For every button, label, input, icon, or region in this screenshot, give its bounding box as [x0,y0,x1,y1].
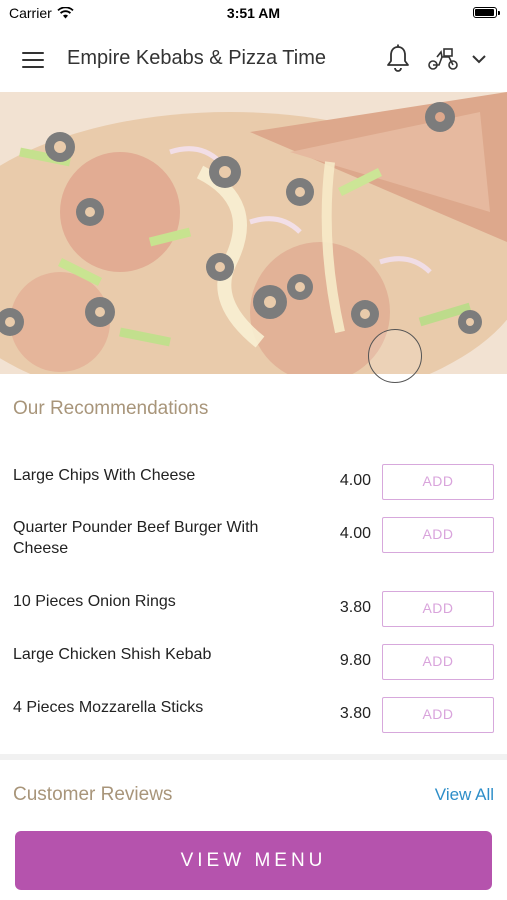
reviews-heading: Customer Reviews [13,784,173,805]
bell-icon[interactable] [385,44,411,74]
status-bar: Carrier 3:51 AM [0,0,507,26]
add-button[interactable]: ADD [382,517,494,553]
add-button[interactable]: ADD [382,591,494,627]
app-header: Empire Kebabs & Pizza Time [0,26,507,92]
view-menu-button[interactable]: VIEW MENU [15,831,492,890]
add-button[interactable]: ADD [382,464,494,500]
restaurant-title: Empire Kebabs & Pizza Time [67,47,326,69]
item-name: Large Chips With Cheese [13,467,196,484]
recommendations-heading: Our Recommendations [13,398,209,419]
chevron-down-icon[interactable] [470,50,488,68]
menu-icon[interactable] [22,51,46,68]
scooter-icon[interactable] [427,46,459,72]
add-button[interactable]: ADD [382,644,494,680]
item-name: 4 Pieces Mozzarella Sticks [13,699,204,716]
item-price: 3.80 [339,705,371,722]
carousel-indicator[interactable] [368,329,422,383]
section-divider [0,754,507,760]
item-name: Large Chicken Shish Kebab [13,646,212,663]
item-name: 10 Pieces Onion Rings [13,593,176,610]
item-name: Quarter Pounder Beef Burger With Cheese [13,519,259,557]
item-price: 9.80 [339,652,371,669]
item-price: 4.00 [339,525,371,542]
view-all-link[interactable]: View All [435,785,494,805]
item-price: 4.00 [339,472,371,489]
battery-icon [473,7,500,18]
hero-pizza-image [0,92,507,374]
add-button[interactable]: ADD [382,697,494,733]
hero-overlay [0,92,507,374]
clock: 3:51 AM [226,5,281,21]
item-price: 3.80 [339,599,371,616]
